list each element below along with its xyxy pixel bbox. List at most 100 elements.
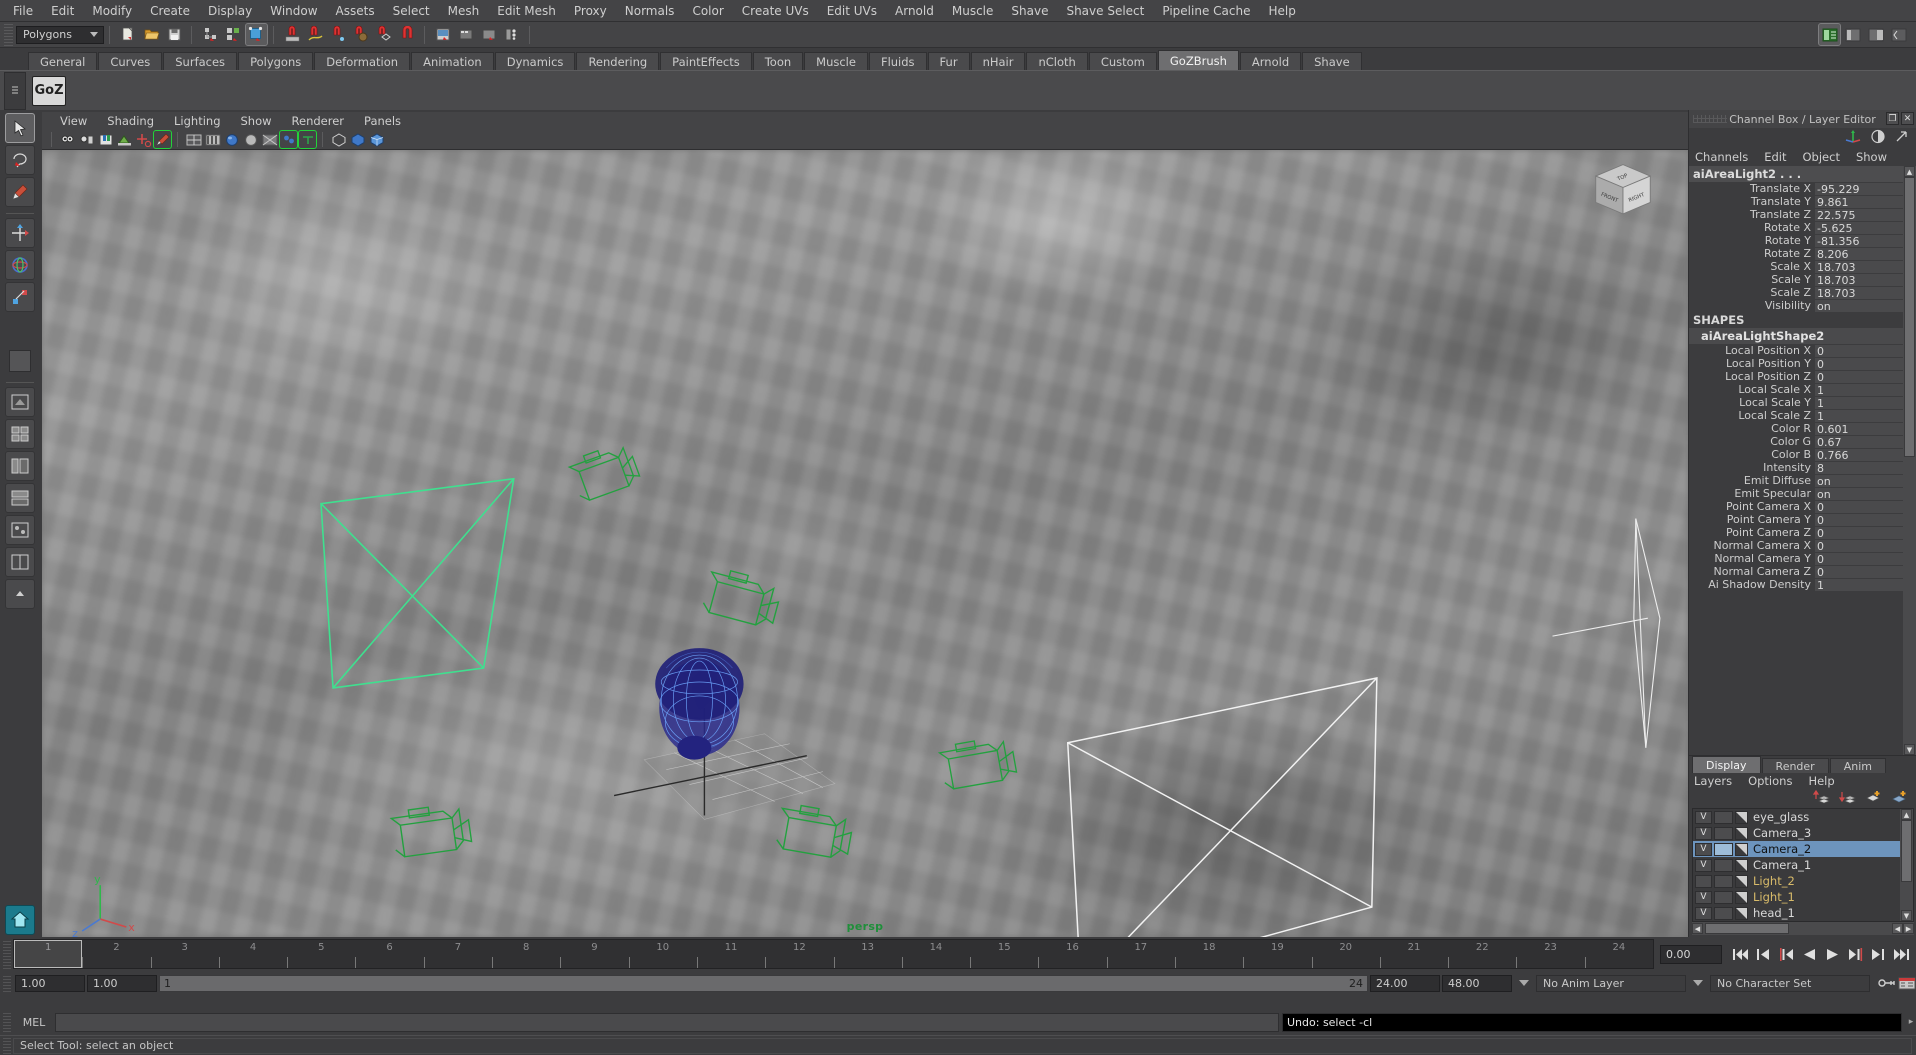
shelf-tab-polygons[interactable]: Polygons xyxy=(238,52,314,70)
layer-list-horizontal-scrollbar[interactable]: ◀ ◀ ▶ xyxy=(1692,922,1914,935)
viewport-menu-renderer[interactable]: Renderer xyxy=(282,114,355,128)
anim-layer-dropdown[interactable]: No Anim Layer xyxy=(1536,974,1686,992)
go-to-end-icon[interactable] xyxy=(1892,946,1910,962)
step-back-keyframe-icon[interactable] xyxy=(1754,946,1772,962)
shelf-tab-muscle[interactable]: Muscle xyxy=(804,52,868,70)
scrollbar-thumb[interactable] xyxy=(1901,820,1912,882)
command-language-label[interactable]: MEL xyxy=(13,1016,55,1029)
bookmark-icon[interactable] xyxy=(97,131,114,148)
tab-anim[interactable]: Anim xyxy=(1829,758,1886,773)
layer-visibility-toggle[interactable]: V xyxy=(1695,826,1712,840)
wireframe-icon[interactable] xyxy=(185,131,202,148)
layer-color-swatch[interactable] xyxy=(1735,906,1748,920)
scale-tool[interactable] xyxy=(5,282,35,312)
layer-visibility-toggle[interactable] xyxy=(1695,874,1712,888)
scroll-down-icon[interactable]: ▼ xyxy=(1904,744,1915,755)
layer-color-swatch[interactable] xyxy=(1735,874,1748,888)
layer-playback-toggle[interactable] xyxy=(1714,842,1733,856)
animation-preferences-icon[interactable] xyxy=(1898,975,1916,991)
channel-row-normal-camera-z[interactable]: Normal Camera Z0 xyxy=(1689,565,1903,579)
channel-row-local-scale-x[interactable]: Local Scale X 1 xyxy=(1689,383,1903,397)
scroll-right-icon[interactable]: ▶ xyxy=(1903,923,1914,934)
layer-name[interactable]: Light_1 xyxy=(1750,890,1795,904)
layer-list-scrollbar[interactable]: ▲ ▼ xyxy=(1900,809,1913,921)
scroll-left-icon[interactable]: ◀ xyxy=(1692,923,1703,934)
play-forwards-icon[interactable] xyxy=(1823,946,1841,962)
layer-color-swatch[interactable] xyxy=(1735,826,1748,840)
channel-row-translate-y[interactable]: Translate Y 9.861 xyxy=(1689,195,1903,209)
channel-row-translate-x[interactable]: Translate X -95.229 xyxy=(1689,182,1903,196)
textured-box-icon[interactable] xyxy=(368,131,385,148)
channel-value[interactable]: 18.703 xyxy=(1815,286,1903,300)
layer-playback-toggle[interactable] xyxy=(1714,826,1733,840)
channel-value[interactable]: 22.575 xyxy=(1815,208,1903,222)
channel-row-color-b[interactable]: Color B 0.766 xyxy=(1689,448,1903,462)
menu-muscle[interactable]: Muscle xyxy=(943,2,1003,20)
scrollbar-thumb[interactable] xyxy=(1904,177,1915,457)
shelf-tab-fluids[interactable]: Fluids xyxy=(868,52,927,70)
move-layer-up-icon[interactable] xyxy=(1812,789,1830,807)
channel-row-intensity[interactable]: Intensity 8 xyxy=(1689,461,1903,475)
help-line-grip[interactable] xyxy=(3,1037,11,1054)
channel-value[interactable]: 1 xyxy=(1815,396,1903,410)
half-circle-toggle-icon[interactable] xyxy=(1870,129,1886,147)
view-cube[interactable]: TOP FRONT RIGHT xyxy=(1592,162,1654,220)
menu-normals[interactable]: Normals xyxy=(616,2,684,20)
snap-to-projected-center-icon[interactable] xyxy=(351,24,372,45)
channel-box-scrollbar[interactable]: ▲ ▼ xyxy=(1903,166,1916,755)
layer-playback-toggle[interactable] xyxy=(1714,890,1733,904)
menu-create[interactable]: Create xyxy=(141,2,199,20)
layer-row-camera-2[interactable]: V Camera_2 xyxy=(1693,841,1900,857)
current-time-indicator[interactable] xyxy=(14,940,83,968)
channel-box-menu-show[interactable]: Show xyxy=(1856,150,1895,164)
channel-row-scale-z[interactable]: Scale Z 18.703 xyxy=(1689,286,1903,300)
channel-value[interactable]: 0.67 xyxy=(1815,435,1903,449)
layout-persp-graph-icon[interactable] xyxy=(5,483,35,513)
move-tool[interactable] xyxy=(5,218,35,248)
select-tool[interactable] xyxy=(5,113,35,143)
channel-row-local-scale-z[interactable]: Local Scale Z 1 xyxy=(1689,409,1903,423)
mel-command-input[interactable] xyxy=(55,1012,1279,1032)
channel-value[interactable]: 0.766 xyxy=(1815,448,1903,462)
menu-edit-uvs[interactable]: Edit UVs xyxy=(818,2,886,20)
viewport-menu-lighting[interactable]: Lighting xyxy=(164,114,230,128)
layer-name[interactable]: Camera_2 xyxy=(1750,842,1811,856)
ipr-render-icon[interactable] xyxy=(479,24,500,45)
step-forward-keyframe-icon[interactable] xyxy=(1869,946,1887,962)
channel-row-normal-camera-y[interactable]: Normal Camera Y 0 xyxy=(1689,552,1903,566)
step-back-frame-icon[interactable] xyxy=(1777,946,1795,962)
shaded-box-icon[interactable] xyxy=(349,131,366,148)
shelf-tab-curves[interactable]: Curves xyxy=(98,52,163,70)
last-tool-icon[interactable] xyxy=(5,346,35,376)
layer-color-swatch[interactable] xyxy=(1735,858,1748,872)
layer-row-eye-glass[interactable]: V eye_glass xyxy=(1693,809,1900,825)
channel-value[interactable]: 1 xyxy=(1815,409,1903,423)
use-default-light-icon[interactable] xyxy=(242,131,259,148)
menu-assets[interactable]: Assets xyxy=(327,2,384,20)
channel-row-visibility[interactable]: Visibility on xyxy=(1689,299,1903,313)
channel-row-local-position-x[interactable]: Local Position X 0 xyxy=(1689,344,1903,358)
close-icon[interactable]: ✕ xyxy=(1901,112,1914,125)
playback-start-time-field[interactable]: 1.00 xyxy=(87,974,157,992)
channel-value[interactable]: -81.356 xyxy=(1815,234,1903,248)
two-d-pan-zoom-icon[interactable] xyxy=(135,131,152,148)
goz-button[interactable]: GoZ xyxy=(32,75,66,106)
tab-display[interactable]: Display xyxy=(1692,756,1761,773)
render-current-frame-icon[interactable] xyxy=(456,24,477,45)
layer-visibility-toggle[interactable]: V xyxy=(1695,842,1712,856)
current-frame-field[interactable]: 0.00 xyxy=(1660,944,1722,964)
menu-color[interactable]: Color xyxy=(683,2,732,20)
snap-to-view-plane-icon[interactable] xyxy=(374,24,395,45)
layer-color-swatch[interactable] xyxy=(1735,890,1748,904)
channel-row-normal-camera-x[interactable]: Normal Camera X0 xyxy=(1689,539,1903,553)
shelf-tab-shave[interactable]: Shave xyxy=(1302,52,1362,70)
channel-value[interactable]: 9.861 xyxy=(1815,195,1903,209)
menu-edit-mesh[interactable]: Edit Mesh xyxy=(488,2,565,20)
layer-name[interactable]: Camera_1 xyxy=(1750,858,1811,872)
xray-icon[interactable] xyxy=(279,130,298,149)
render-settings-icon[interactable] xyxy=(502,24,523,45)
layer-row-light-2[interactable]: Light_2 xyxy=(1693,873,1900,889)
scroll-left-icon-2[interactable]: ◀ xyxy=(1892,923,1903,934)
channel-value[interactable]: 0 xyxy=(1815,500,1903,514)
show-hide-attribute-editor-icon[interactable] xyxy=(1818,23,1841,46)
